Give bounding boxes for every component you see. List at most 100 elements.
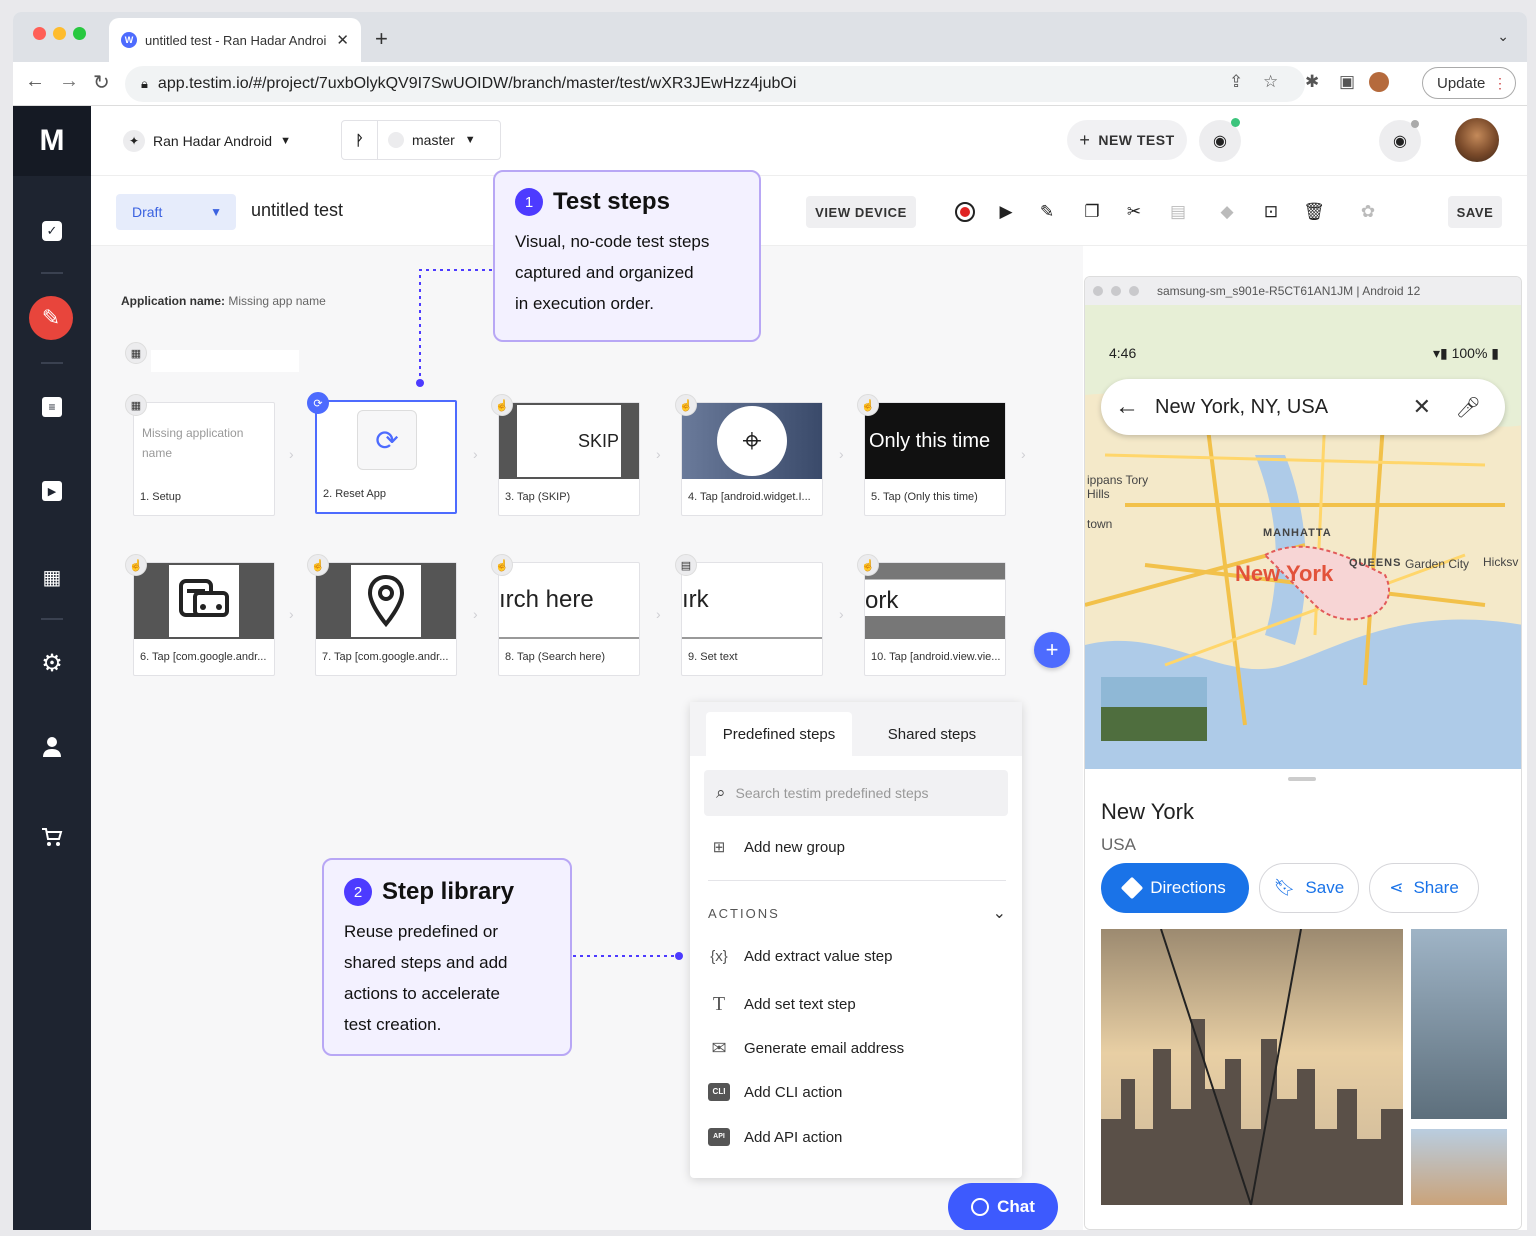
testim-favicon-icon: W — [121, 32, 137, 48]
back-icon[interactable]: ← — [25, 70, 45, 93]
test-runs-play-icon[interactable]: ▶ — [35, 474, 69, 508]
save-place-button[interactable]: 🔖︎ Save — [1259, 863, 1359, 913]
step-card-tap-search-here[interactable]: ırch here 8. Tap (Search here) — [498, 562, 640, 676]
record-icon[interactable] — [953, 200, 977, 224]
address-bar: ← → ↻ 🔒︎ app.testim.io/#/project/7uxbOly… — [13, 62, 1527, 106]
step-card-tap-widget[interactable]: ⌖ 4. Tap [android.widget.I... — [681, 402, 823, 516]
step-card-reset-app[interactable]: ⟳ 2. Reset App — [315, 400, 457, 514]
notification-dot — [1411, 120, 1419, 128]
tap-hand-icon: ☝ — [491, 554, 513, 576]
branch-selector[interactable]: ᚹ master ▼ — [341, 120, 501, 160]
bookmark-star-icon[interactable]: ☆ — [1263, 72, 1278, 92]
drag-handle[interactable] — [1288, 777, 1316, 781]
chevron-down-icon: ▼ — [464, 134, 476, 146]
maps-search-field[interactable]: ← New York, NY, USA ✕ 🎤︎ — [1101, 379, 1505, 435]
battery-level: 100% — [1451, 345, 1488, 361]
edit-pencil-icon[interactable]: ✎ — [1035, 200, 1059, 224]
new-test-label: NEW TEST — [1098, 132, 1175, 148]
library-search-input[interactable]: ⌕ Search testim predefined steps — [704, 770, 1008, 816]
step-card-tap-skip[interactable]: SKIP 3. Tap (SKIP) — [498, 402, 640, 516]
side-panel-icon[interactable]: ▣ — [1339, 72, 1355, 92]
delete-trash-icon[interactable]: 🗑︎ — [1302, 200, 1326, 224]
step-card-tap-view[interactable]: ork 10. Tap [android.view.vie... — [864, 562, 1006, 676]
sidebar-divider — [41, 618, 63, 620]
status-dropdown[interactable]: Draft ▼ — [116, 194, 236, 230]
test-name[interactable]: untitled test — [251, 200, 343, 221]
step-card-tap-only-this-time[interactable]: Only this time 5. Tap (Only this time) — [864, 402, 1006, 516]
callout-line: Reuse predefined or — [344, 922, 499, 941]
action-label: Add extract value step — [744, 948, 893, 965]
project-selector[interactable]: ✦ Ran Hadar Android ▼ — [123, 130, 291, 152]
tab-predefined-steps[interactable]: Predefined steps — [706, 712, 852, 756]
minimize-window-dot[interactable] — [53, 27, 66, 40]
share-page-icon[interactable]: ⇪ — [1229, 72, 1243, 92]
action-generate-email[interactable]: ✉ Generate email address — [708, 1038, 904, 1059]
profile-avatar[interactable] — [1369, 72, 1389, 92]
step-card-tap-google-2[interactable]: 7. Tap [com.google.andr... — [315, 562, 457, 676]
dashboard-grid-icon[interactable]: ▦ — [35, 560, 69, 594]
save-label: Save — [1305, 878, 1345, 897]
browser-tab[interactable]: W untitled test - Ran Hadar Androi ✕ — [109, 18, 361, 62]
step-thumbnail: SKIP — [499, 403, 639, 479]
paste-icon[interactable]: ▤ — [1166, 200, 1190, 224]
more-menu-icon[interactable]: ⋮ — [1493, 75, 1507, 92]
update-button[interactable]: Update ⋮ — [1422, 67, 1516, 99]
extensions-icon[interactable]: ✱ — [1305, 72, 1319, 92]
step-label: 3. Tap (SKIP) — [505, 491, 571, 503]
url-field[interactable]: 🔒︎ app.testim.io/#/project/7uxbOlykQV9I7… — [125, 66, 1305, 102]
step-card-set-text[interactable]: ırk 9. Set text — [681, 562, 823, 676]
editor-pencil-icon[interactable]: ✎ — [29, 296, 73, 340]
tab-bar: W untitled test - Ran Hadar Androi ✕ + ⌄ — [13, 12, 1527, 62]
back-arrow-icon[interactable]: ← — [1115, 393, 1139, 421]
skip-thumb-text: SKIP — [517, 405, 621, 477]
forward-icon[interactable]: → — [59, 70, 79, 93]
test-results-icon[interactable]: ✓ — [35, 214, 69, 248]
new-test-button[interactable]: + NEW TEST — [1067, 120, 1187, 160]
action-add-api[interactable]: API Add API action — [708, 1128, 842, 1146]
add-new-group-button[interactable]: ⊞ Add new group — [708, 838, 845, 857]
close-window-dot[interactable] — [33, 27, 46, 40]
actions-section-header[interactable]: ACTIONS ⌄ — [708, 905, 1008, 922]
directions-button[interactable]: Directions — [1101, 863, 1249, 913]
maximize-window-dot[interactable] — [73, 27, 86, 40]
map-view[interactable]: 4:46 ▾▮ 100% ▮ ← New York, NY, USA ✕ 🎤︎ … — [1085, 305, 1521, 769]
directions-icon — [1120, 876, 1144, 900]
cut-scissors-icon[interactable]: ✂ — [1122, 200, 1146, 224]
place-photo-side-2[interactable] — [1411, 1129, 1507, 1205]
cart-icon[interactable] — [35, 820, 69, 854]
tab-list-chevron-icon[interactable]: ⌄ — [1497, 28, 1509, 45]
save-button[interactable]: SAVE — [1448, 196, 1502, 228]
clear-icon[interactable]: ✕ — [1413, 394, 1431, 420]
place-photo-side-1[interactable] — [1411, 929, 1507, 1119]
action-add-cli[interactable]: CLI Add CLI action — [708, 1083, 842, 1101]
action-extract-value[interactable]: {x} Add extract value step — [708, 948, 892, 965]
action-set-text[interactable]: T Add set text step — [708, 993, 856, 1016]
copy-icon[interactable]: ❐ — [1080, 200, 1104, 224]
reload-icon[interactable]: ↻ — [93, 70, 110, 95]
new-tab-icon[interactable]: + — [375, 26, 388, 52]
folder-icon[interactable]: ⊡ — [1259, 200, 1283, 224]
step-thumbnail — [316, 563, 456, 639]
microphone-icon[interactable]: 🎤︎ — [1456, 395, 1481, 420]
add-step-button[interactable]: + — [1034, 632, 1070, 668]
step-label: 7. Tap [com.google.andr... — [322, 651, 449, 663]
testim-logo-icon[interactable]: M — [13, 106, 91, 176]
bug-icon[interactable]: ✿ — [1356, 200, 1380, 224]
setup-group-icon[interactable]: ▦ — [125, 342, 147, 364]
step-card-setup[interactable]: Missing application name 1. Setup — [133, 402, 275, 516]
settings-gear-icon[interactable]: ⚙ — [35, 646, 69, 680]
chat-button[interactable]: Chat — [948, 1183, 1058, 1230]
test-list-icon[interactable]: ≡ — [35, 390, 69, 424]
view-device-button[interactable]: VIEW DEVICE — [806, 196, 916, 228]
play-icon[interactable]: ▶ — [994, 200, 1018, 224]
tag-icon[interactable]: ◆ — [1215, 200, 1239, 224]
step-label: 8. Tap (Search here) — [505, 651, 606, 663]
step-card-tap-google-1[interactable]: 6. Tap [com.google.andr... — [133, 562, 275, 676]
branch-dot-icon — [388, 132, 404, 148]
place-photo-main[interactable] — [1101, 929, 1403, 1205]
close-tab-icon[interactable]: ✕ — [336, 31, 349, 49]
tab-shared-steps[interactable]: Shared steps — [864, 712, 1000, 756]
user-icon[interactable] — [35, 730, 69, 764]
user-avatar[interactable] — [1455, 118, 1499, 162]
share-place-button[interactable]: ⋖ Share — [1369, 863, 1479, 913]
